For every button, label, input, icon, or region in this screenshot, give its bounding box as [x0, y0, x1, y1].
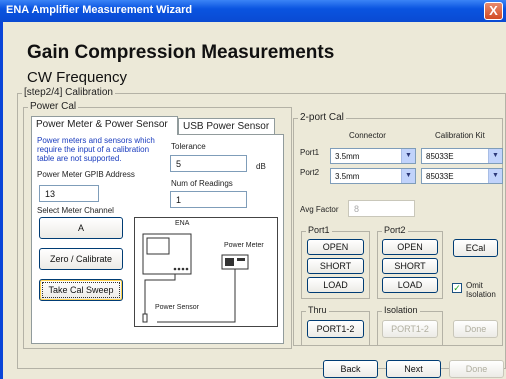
chevron-down-icon[interactable]: ▼	[401, 169, 415, 183]
two-port-done-button[interactable]: Done	[453, 320, 498, 338]
gpib-label: Power Meter GPIB Address	[37, 170, 135, 179]
avg-factor-input[interactable]: 8	[348, 200, 415, 217]
zero-calibrate-button[interactable]: Zero / Calibrate	[39, 248, 123, 270]
gpib-address-input[interactable]: 13	[39, 185, 99, 202]
tab-label: Power Meter & Power Sensor	[36, 119, 168, 130]
tab-power-meter-sensor[interactable]: Power Meter & Power Sensor	[31, 116, 178, 135]
ecal-button[interactable]: ECal	[453, 239, 498, 257]
tolerance-input[interactable]: 5	[170, 155, 247, 172]
num-readings-label: Num of Readings	[171, 179, 233, 188]
chevron-down-icon[interactable]: ▼	[488, 169, 502, 183]
combo-value: 3.5mm	[335, 152, 360, 161]
wizard-done-button[interactable]: Done	[449, 360, 504, 378]
close-button[interactable]: X	[484, 2, 503, 20]
back-button[interactable]: Back	[323, 360, 378, 378]
tab-usb-power-sensor[interactable]: USB Power Sensor	[178, 118, 275, 135]
port1-label: Port1	[300, 148, 320, 157]
wizard-body: Gain Compression Measurements CW Frequen…	[3, 22, 506, 379]
select-channel-label: Select Meter Channel	[37, 206, 114, 215]
two-port-cal-legend: 2-port Cal	[298, 112, 346, 123]
port1-standards-legend: Port1	[306, 225, 332, 235]
port2-open-button[interactable]: OPEN	[382, 239, 438, 255]
num-readings-input[interactable]: 1	[170, 191, 247, 208]
port2-label: Port2	[300, 168, 320, 177]
ena-label: ENA	[175, 220, 190, 227]
connector-header: Connector	[349, 131, 386, 140]
power-cal-connection-diagram: ENA Power Meter Power Sensor	[134, 217, 278, 327]
page-title: Gain Compression Measurements	[27, 42, 335, 63]
window-title: ENA Amplifier Measurement Wizard	[6, 4, 193, 16]
port1-calkit-select[interactable]: 85033E ▼	[421, 148, 503, 164]
calibration-kit-header: Calibration Kit	[435, 131, 485, 140]
omit-isolation-checkbox[interactable]: ✓	[452, 283, 462, 293]
wizard-window: ENA Amplifier Measurement Wizard X Gain …	[0, 0, 506, 379]
tolerance-unit: dB	[256, 162, 266, 171]
combo-value: 85033E	[426, 152, 454, 161]
step-legend: [step2/4] Calibration	[22, 87, 115, 98]
page-subtitle: CW Frequency	[27, 69, 128, 86]
title-bar[interactable]: ENA Amplifier Measurement Wizard X	[0, 0, 506, 22]
port1-short-button[interactable]: SHORT	[307, 258, 364, 274]
unsupported-note: Power meters and sensors which require t…	[37, 136, 155, 163]
meter-channel-a-button[interactable]: A	[39, 217, 123, 239]
omit-isolation-label: Omit Isolation	[466, 281, 496, 299]
power-meter-label: Power Meter	[224, 242, 264, 249]
chevron-down-icon[interactable]: ▼	[401, 149, 415, 163]
ena-screen-shape	[146, 237, 170, 255]
port1-load-button[interactable]: LOAD	[307, 277, 364, 293]
power-cal-legend: Power Cal	[28, 101, 79, 112]
isolation-port1-2-button[interactable]: PORT1-2	[382, 320, 438, 338]
port2-load-button[interactable]: LOAD	[382, 277, 438, 293]
combo-value: 85033E	[426, 172, 454, 181]
port1-connector-select[interactable]: 3.5mm ▼	[330, 148, 416, 164]
port1-open-button[interactable]: OPEN	[307, 239, 364, 255]
thru-legend: Thru	[306, 305, 329, 315]
chevron-down-icon[interactable]: ▼	[488, 149, 502, 163]
port2-calkit-select[interactable]: 85033E ▼	[421, 168, 503, 184]
take-cal-sweep-button[interactable]: Take Cal Sweep	[39, 279, 123, 301]
port2-connector-select[interactable]: 3.5mm ▼	[330, 168, 416, 184]
isolation-legend: Isolation	[382, 305, 420, 315]
next-button[interactable]: Next	[386, 360, 441, 378]
tolerance-label: Tolerance	[171, 142, 206, 151]
port2-short-button[interactable]: SHORT	[382, 258, 438, 274]
combo-value: 3.5mm	[335, 172, 360, 181]
tab-label: USB Power Sensor	[183, 121, 270, 132]
port2-standards-legend: Port2	[382, 225, 408, 235]
power-sensor-label: Power Sensor	[155, 304, 199, 311]
thru-port1-2-button[interactable]: PORT1-2	[307, 320, 364, 338]
avg-factor-label: Avg Factor	[300, 205, 339, 214]
